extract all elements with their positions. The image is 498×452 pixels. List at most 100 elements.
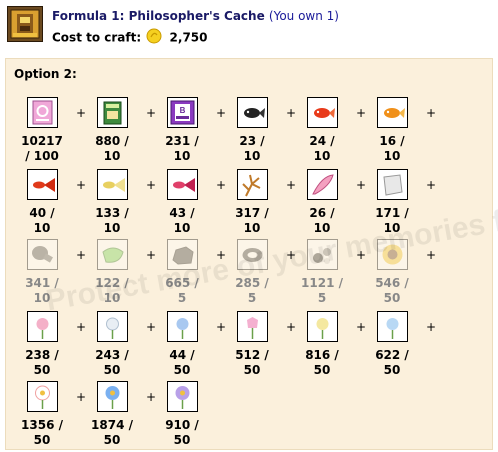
ingredient-quantity: 1874 / 50 — [91, 418, 133, 447]
plus-separator: + — [286, 106, 297, 120]
ingredient-item[interactable]: 880 / 10 — [89, 97, 135, 164]
ingredient-quantity: 512 / 50 — [235, 348, 269, 377]
plus-separator: + — [426, 178, 437, 192]
ingredient-item[interactable]: 341 / 10 — [19, 239, 65, 306]
ingredient-item[interactable]: 171 / 10 — [369, 169, 415, 236]
ingredient-panel: Option 2: 10217 / 100 +880 / 10 + B 231 / 10… — [5, 58, 493, 450]
ingredient-item[interactable]: 26 / 10 — [299, 169, 345, 236]
ingredient-item[interactable]: 622 / 50 — [369, 311, 415, 378]
plus-separator: + — [426, 248, 437, 262]
ingredient-quantity: 317 / 10 — [235, 206, 269, 235]
ingredient-quantity: 26 / 10 — [309, 206, 335, 235]
ingredient-quantity: 816 / 50 — [305, 348, 339, 377]
ingredient-item[interactable]: 512 / 50 — [229, 311, 275, 378]
green-slime-icon — [96, 239, 128, 270]
plus-separator: + — [216, 106, 227, 120]
plus-separator: + — [76, 320, 87, 334]
red-guppy-icon — [26, 169, 58, 200]
ingredient-item[interactable]: 40 / 10 — [19, 169, 65, 236]
ingredient-item[interactable]: 238 / 50 — [19, 311, 65, 378]
pink-g-card-icon — [26, 97, 58, 128]
dark-rock-icon — [166, 239, 198, 270]
ingredient-quantity: 171 / 10 — [375, 206, 409, 235]
coal-stones-icon — [306, 239, 338, 270]
plus-separator: + — [76, 106, 87, 120]
ingredient-item[interactable]: 23 / 10 — [229, 97, 275, 164]
ingredient-item[interactable]: 10217 / 100 — [19, 97, 65, 164]
ingredient-quantity: 122 / 10 — [95, 276, 129, 305]
craft-cost: Cost to craft: 2,750 — [52, 28, 208, 47]
plus-separator: + — [356, 178, 367, 192]
ingredient-quantity: 133 / 10 — [95, 206, 129, 235]
light-blue-flower-icon — [376, 311, 408, 342]
ingredient-item[interactable]: 546 / 50 — [369, 239, 415, 306]
orange-goldfish-icon — [376, 97, 408, 128]
option-label: Option 2: — [14, 67, 77, 81]
mushroom-icon — [26, 239, 58, 270]
ingredient-quantity: 665 / 5 — [165, 276, 199, 305]
ingredient-quantity: 24 / 10 — [309, 134, 335, 163]
red-goldfish-icon — [306, 97, 338, 128]
ingredient-quantity: 231 / 10 — [165, 134, 199, 163]
pink-guppy-icon — [166, 169, 198, 200]
ingredient-item[interactable]: 285 / 5 — [229, 239, 275, 306]
cost-value: 2,750 — [169, 30, 208, 45]
yellow-guppy-icon — [96, 169, 128, 200]
plus-separator: + — [146, 106, 157, 120]
black-goldfish-icon — [236, 97, 268, 128]
ingredient-item[interactable]: 43 / 10 — [159, 169, 205, 236]
ingredient-quantity: 44 / 50 — [159, 348, 205, 378]
ingredient-quantity: 23 / 10 — [239, 134, 265, 163]
plus-separator: + — [286, 248, 297, 262]
purple-daisy-icon — [166, 381, 198, 412]
ingredient-quantity: 10217 / 100 — [21, 134, 63, 163]
ingredient-quantity: 622 / 50 — [375, 348, 409, 377]
svg-text:B: B — [179, 106, 185, 115]
ingredient-item[interactable]: 1874 / 50 — [89, 381, 135, 448]
ingredient-item[interactable]: 133 / 10 — [89, 169, 135, 236]
white-cloth-icon — [376, 169, 408, 200]
plus-separator: + — [146, 320, 157, 334]
ingredient-quantity: 285 / 5 — [235, 276, 269, 305]
ingredient-item[interactable]: B 231 / 10 — [159, 97, 205, 164]
philosophers-cache-icon — [7, 6, 43, 42]
ingredient-quantity: 1356 / 50 — [21, 418, 63, 447]
blue-flower-icon — [166, 311, 198, 342]
plus-separator: + — [216, 248, 227, 262]
ingredient-item[interactable]: 1121 / 5 — [299, 239, 345, 306]
ingredient-item[interactable]: 816 / 50 — [299, 311, 345, 378]
ingredient-quantity: 880 / 10 — [95, 134, 129, 163]
plus-separator: + — [356, 320, 367, 334]
ingredient-item[interactable]: 44 / 50 — [159, 311, 205, 378]
ingredient-item[interactable]: 243 / 50 — [89, 311, 135, 378]
tire-ring-icon — [236, 239, 268, 270]
plus-separator: + — [146, 178, 157, 192]
ingredient-item[interactable]: 910 / 50 — [159, 381, 205, 448]
ingredient-quantity: 16 / 10 — [379, 134, 405, 163]
ingredient-quantity: 910 / 50 — [165, 418, 199, 447]
plus-separator: + — [76, 178, 87, 192]
plus-separator: + — [356, 248, 367, 262]
pink-tulip-icon — [236, 311, 268, 342]
pink-feather-icon — [306, 169, 338, 200]
ingredient-item[interactable]: 1356 / 50 — [19, 381, 65, 448]
recipe-header: Formula 1: Philosopher's Cache (You own … — [4, 4, 494, 52]
formula-name: Formula 1: Philosopher's Cache — [52, 9, 265, 23]
plus-separator: + — [286, 320, 297, 334]
ingredient-quantity: 238 / 50 — [25, 348, 59, 377]
ingredient-item[interactable]: 24 / 10 — [299, 97, 345, 164]
ingredient-item[interactable]: 665 / 5 — [159, 239, 205, 306]
ingredient-quantity: 546 / 50 — [375, 276, 409, 305]
coral-branch-icon — [236, 169, 268, 200]
ingredient-quantity: 243 / 50 — [95, 348, 129, 377]
ownership-count: (You own 1) — [268, 9, 339, 23]
insufficient-quantity: 44 — [169, 348, 187, 362]
blue-daisy-icon — [96, 381, 128, 412]
ingredient-item[interactable]: 122 / 10 — [89, 239, 135, 306]
ingredient-item[interactable]: 16 / 10 — [369, 97, 415, 164]
plus-separator: + — [146, 248, 157, 262]
formula-title: Formula 1: Philosopher's Cache (You own … — [52, 9, 339, 23]
ingredient-quantity: 341 / 10 — [25, 276, 59, 305]
ingredient-item[interactable]: 317 / 10 — [229, 169, 275, 236]
white-flower-icon — [96, 311, 128, 342]
